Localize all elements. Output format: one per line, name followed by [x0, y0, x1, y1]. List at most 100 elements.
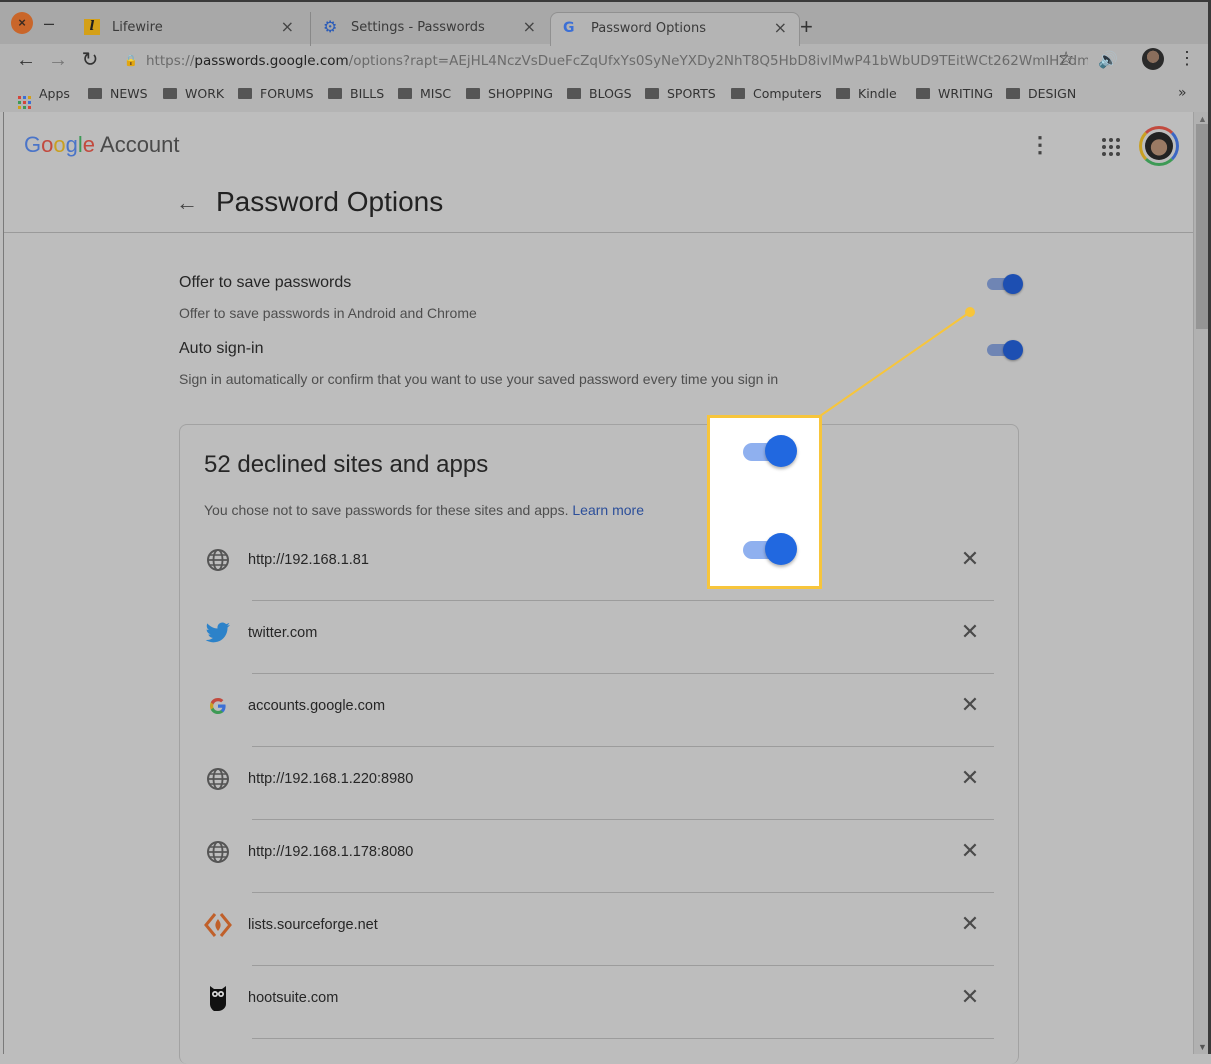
folder-icon — [398, 88, 412, 99]
logo-letter: g — [65, 132, 78, 157]
site-name: http://192.168.1.220:8980 — [248, 771, 414, 787]
reload-button[interactable]: ↻ — [78, 48, 102, 72]
profile-avatar[interactable] — [1142, 48, 1164, 70]
offer-save-toggle[interactable] — [987, 272, 1023, 294]
site-name: twitter.com — [248, 625, 318, 641]
bookmark-folder[interactable]: BILLS — [328, 86, 384, 101]
tab-label: Lifewire — [112, 20, 163, 35]
remove-site-button[interactable]: ✕ — [958, 764, 982, 792]
setting-auto-signin-desc: Sign in automatically or confirm that yo… — [179, 371, 779, 387]
learn-more-link[interactable]: Learn more — [572, 502, 644, 518]
bookmark-folder[interactable]: WRITING — [916, 86, 993, 101]
list-item: http://192.168.1.81 ✕ — [180, 528, 1020, 601]
bookmark-label: Apps — [39, 86, 70, 101]
bookmark-folder[interactable]: NEWS — [88, 86, 148, 101]
toggle-thumb — [765, 533, 797, 565]
bookmark-folder[interactable]: FORUMS — [238, 86, 314, 101]
bookmark-folder[interactable]: BLOGS — [567, 86, 632, 101]
callout-toggle-offer-save — [743, 435, 799, 469]
bookmarks-bar: Apps NEWS WORK FORUMS BILLS MISC SHOPPIN… — [0, 78, 1211, 110]
bookmark-folder[interactable]: WORK — [163, 86, 224, 101]
logo-letter: G — [24, 132, 42, 157]
bookmark-label: DESIGN — [1028, 86, 1077, 101]
browser-chrome: × – l Lifewire × ⚙ Settings - Passwords … — [0, 0, 1211, 112]
setting-offer-save-title: Offer to save passwords — [179, 274, 352, 291]
scroll-down-arrow-icon[interactable]: ▼ — [1198, 1042, 1207, 1052]
account-avatar[interactable] — [1139, 126, 1179, 166]
google-account-logo[interactable]: Google Account — [24, 132, 180, 158]
logo-letter: e — [82, 132, 96, 157]
folder-icon — [567, 88, 581, 99]
url-path: /options?rapt=AEjHL4NczVsDueFcZqUfxYs0Sy… — [348, 53, 1088, 69]
toggle-callout-zoom — [707, 415, 822, 589]
header-divider — [4, 232, 1194, 233]
bookmark-label: NEWS — [110, 86, 148, 101]
remove-site-button[interactable]: ✕ — [958, 837, 982, 865]
bookmark-folder[interactable]: MISC — [398, 86, 451, 101]
remove-site-button[interactable]: ✕ — [958, 910, 982, 938]
list-item: hootsuite.com ✕ — [180, 966, 1020, 1039]
row-divider — [252, 1038, 994, 1039]
scroll-up-arrow-icon[interactable]: ▲ — [1198, 114, 1207, 124]
lock-icon[interactable]: 🔒 — [124, 47, 138, 75]
back-arrow-icon[interactable]: ← — [176, 190, 198, 216]
apps-grid-icon — [18, 96, 31, 109]
bookmark-label: BLOGS — [589, 86, 632, 101]
bookmark-apps[interactable]: Apps — [18, 86, 70, 109]
bookmarks-overflow-button[interactable]: » — [1178, 85, 1187, 101]
list-item: http://192.168.1.220:8980 ✕ — [180, 747, 1020, 820]
site-name: http://192.168.1.81 — [248, 552, 369, 568]
window-close-button[interactable]: × — [11, 12, 33, 34]
globe-icon — [204, 838, 232, 866]
site-name: http://192.168.1.178:8080 — [248, 844, 414, 860]
window-minimize-button[interactable]: – — [44, 12, 58, 34]
tab-password-options[interactable]: G Password Options × — [550, 12, 800, 46]
more-options-icon[interactable]: ⋮ — [1029, 132, 1051, 158]
tab-lifewire[interactable]: l Lifewire × — [72, 12, 306, 46]
bookmark-folder[interactable]: DESIGN — [1006, 86, 1076, 101]
folder-icon — [645, 88, 659, 99]
speaker-icon[interactable]: 🔊 — [1098, 50, 1118, 70]
folder-icon — [731, 88, 745, 99]
bookmark-label: Kindle — [858, 86, 897, 101]
bookmark-folder[interactable]: SPORTS — [645, 86, 716, 101]
site-name: lists.sourceforge.net — [248, 917, 378, 933]
back-button[interactable]: ← — [14, 48, 38, 72]
remove-site-button[interactable]: ✕ — [958, 545, 982, 573]
logo-product: Account — [100, 132, 180, 157]
list-item: accounts.google.com ✕ — [180, 674, 1020, 747]
bookmark-star-icon[interactable]: ☆ — [1058, 48, 1074, 69]
globe-icon — [204, 765, 232, 793]
scrollbar-thumb[interactable] — [1196, 124, 1208, 329]
tab-settings-passwords[interactable]: ⚙ Settings - Passwords × — [310, 12, 548, 46]
browser-menu-icon[interactable]: ⋮ — [1178, 48, 1196, 69]
logo-letter: o — [53, 132, 66, 157]
logo-letter: o — [41, 132, 54, 157]
tab-label: Settings - Passwords — [351, 20, 485, 35]
new-tab-button[interactable]: + — [800, 14, 813, 40]
bookmark-folder[interactable]: Computers — [731, 86, 822, 101]
remove-site-button[interactable]: ✕ — [958, 983, 982, 1011]
google-apps-icon[interactable] — [1102, 138, 1120, 156]
forward-button[interactable]: → — [46, 48, 70, 72]
bookmark-label: FORUMS — [260, 86, 314, 101]
bookmark-folder[interactable]: Kindle — [836, 86, 897, 101]
address-bar[interactable]: 🔒 https://passwords.google.com/options?r… — [118, 47, 1088, 75]
setting-offer-save-desc: Offer to save passwords in Android and C… — [179, 305, 477, 321]
auto-signin-toggle[interactable] — [987, 338, 1023, 360]
tab-close-icon[interactable]: × — [774, 18, 787, 37]
folder-icon — [466, 88, 480, 99]
list-item: twitter.com ✕ — [180, 601, 1020, 674]
bookmark-folder[interactable]: SHOPPING — [466, 86, 553, 101]
remove-site-button[interactable]: ✕ — [958, 618, 982, 646]
declined-sites-title: 52 declined sites and apps — [204, 451, 489, 478]
folder-icon — [88, 88, 102, 99]
lifewire-favicon-icon: l — [84, 19, 100, 35]
folder-icon — [1006, 88, 1020, 99]
tab-label: Password Options — [591, 21, 707, 36]
tab-close-icon[interactable]: × — [523, 17, 536, 36]
remove-site-button[interactable]: ✕ — [958, 691, 982, 719]
tab-close-icon[interactable]: × — [281, 17, 294, 36]
list-item: http://192.168.1.178:8080 ✕ — [180, 820, 1020, 893]
folder-icon — [836, 88, 850, 99]
